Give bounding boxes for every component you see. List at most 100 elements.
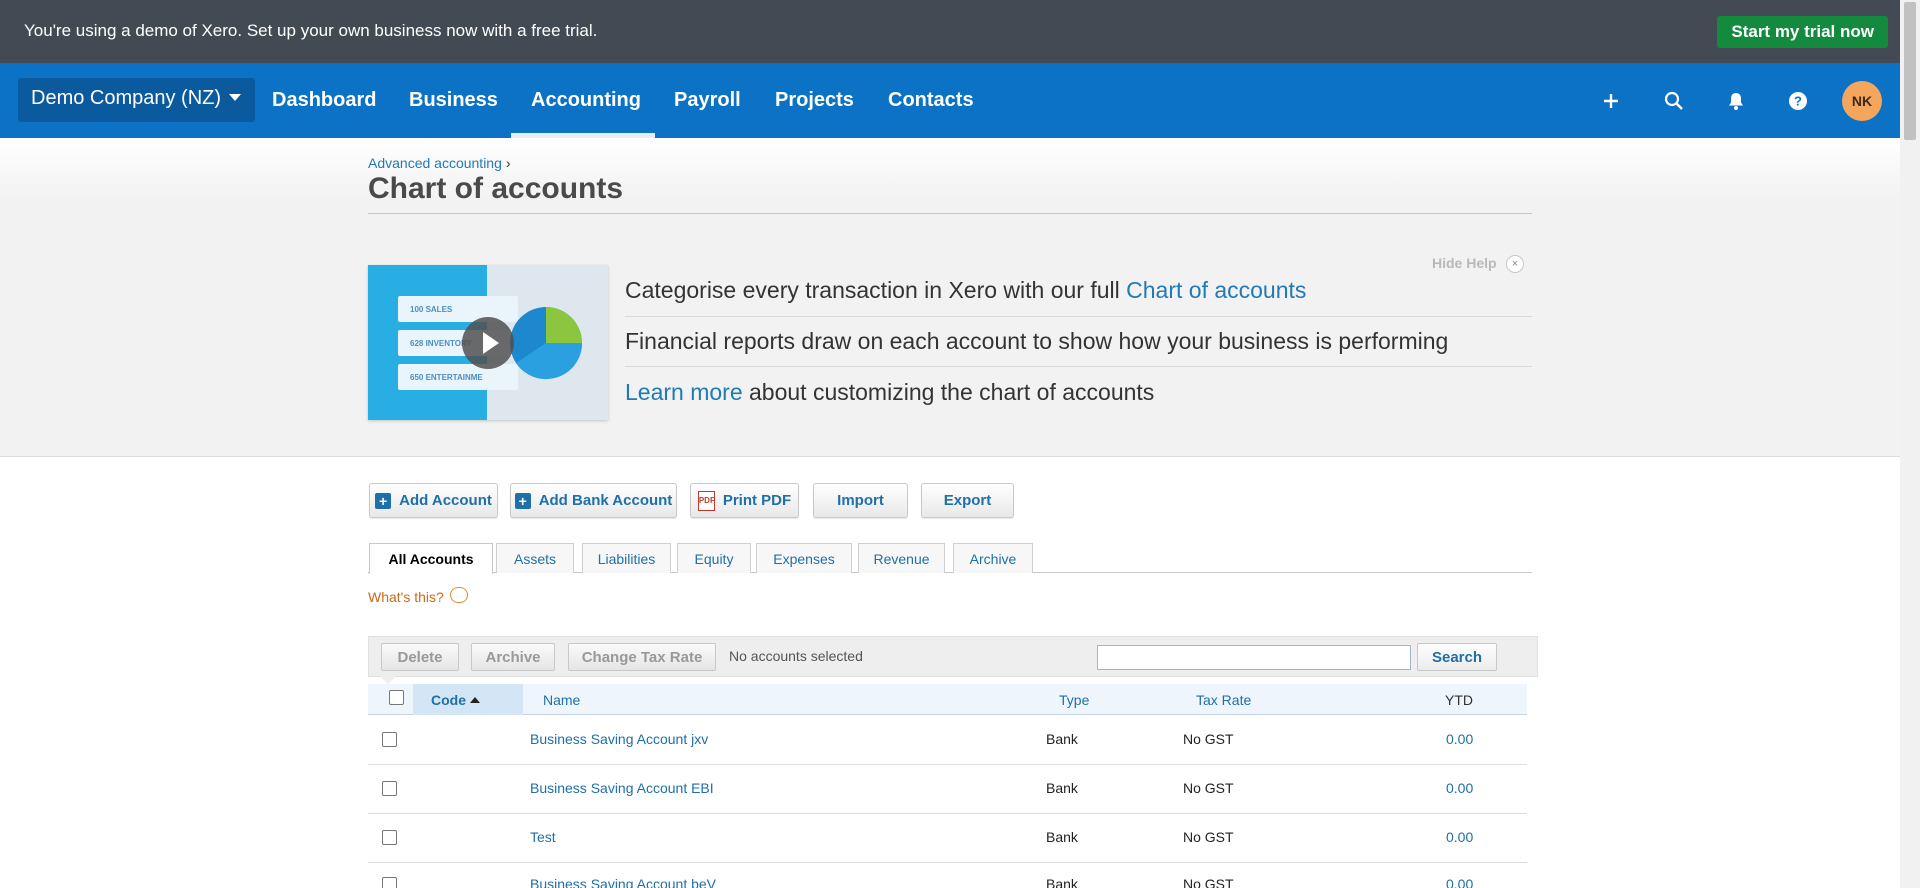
help-text: about customizing the chart of accounts — [742, 379, 1155, 405]
account-tax-rate: No GST — [1183, 829, 1234, 845]
search-button[interactable]: Search — [1417, 643, 1497, 671]
bell-icon[interactable] — [1723, 88, 1749, 114]
help-icon[interactable]: ? — [1785, 88, 1811, 114]
video-label: 100 SALES — [398, 296, 518, 322]
row-checkbox[interactable] — [382, 830, 397, 845]
select-all-checkbox[interactable] — [389, 690, 404, 705]
nav-dashboard[interactable]: Dashboard — [272, 89, 376, 112]
svg-text:?: ? — [1794, 94, 1802, 109]
pie-chart-icon — [510, 307, 583, 380]
org-name: Demo Company (NZ) — [31, 87, 222, 109]
column-ytd[interactable]: YTD — [1445, 692, 1473, 708]
add-account-button[interactable]: + Add Account — [369, 483, 498, 518]
account-name-link[interactable]: Business Saving Account EBI — [530, 780, 714, 796]
search-input[interactable] — [1097, 645, 1411, 670]
table-row: Business Saving Account jxv Bank No GST … — [368, 716, 1527, 765]
row-checkbox[interactable] — [382, 781, 397, 796]
account-type: Bank — [1046, 829, 1078, 845]
demo-banner: You're using a demo of Xero. Set up your… — [0, 0, 1900, 63]
help-line-learn-more: Learn more about customizing the chart o… — [625, 379, 1154, 406]
tab-revenue[interactable]: Revenue — [858, 543, 945, 573]
print-pdf-label: Print PDF — [722, 492, 792, 509]
page-title: Chart of accounts — [368, 172, 624, 205]
add-bank-account-button[interactable]: + Add Bank Account — [510, 483, 677, 518]
whats-this-link[interactable]: What's this? — [368, 589, 444, 605]
nav-payroll[interactable]: Payroll — [674, 89, 741, 112]
chart-of-accounts-link[interactable]: Chart of accounts — [1126, 277, 1306, 303]
breadcrumb-link[interactable]: Advanced accounting — [368, 155, 502, 171]
plus-icon: + — [514, 492, 531, 509]
scrollbar-thumb[interactable] — [1904, 2, 1916, 140]
delete-button[interactable]: Delete — [381, 643, 459, 671]
account-ytd-link[interactable]: 0.00 — [1446, 876, 1473, 888]
learn-more-link[interactable]: Learn more — [625, 379, 743, 405]
breadcrumb-separator: › — [505, 155, 511, 171]
tab-equity[interactable]: Equity — [677, 543, 751, 573]
tab-assets[interactable]: Assets — [496, 543, 574, 573]
plus-icon: + — [375, 492, 392, 509]
sort-ascending-icon — [470, 697, 480, 703]
nav-accounting[interactable]: Accounting — [531, 89, 641, 112]
help-line-categorise: Categorise every transaction in Xero wit… — [625, 277, 1306, 304]
change-tax-rate-button[interactable]: Change Tax Rate — [568, 643, 716, 671]
table-row: Business Saving Account EBI Bank No GST … — [368, 765, 1527, 814]
account-name-link[interactable]: Business Saving Account jxv — [530, 731, 708, 747]
table-toolbar: Delete Archive Change Tax Rate No accoun… — [368, 636, 1538, 677]
nav-contacts[interactable]: Contacts — [888, 89, 974, 112]
account-tax-rate: No GST — [1183, 780, 1234, 796]
video-label: 650 ENTERTAINME — [398, 364, 518, 390]
top-nav: Demo Company (NZ) Dashboard Business Acc… — [0, 63, 1900, 138]
account-type: Bank — [1046, 876, 1078, 888]
table-row: Business Saving Account beV Bank No GST … — [368, 863, 1527, 888]
account-tax-rate: No GST — [1183, 876, 1234, 888]
caret-down-icon — [229, 94, 242, 101]
nav-business[interactable]: Business — [409, 89, 498, 112]
account-name-link[interactable]: Test — [530, 829, 556, 845]
org-switcher[interactable]: Demo Company (NZ) — [18, 78, 256, 122]
start-trial-button[interactable]: Start my trial now — [1717, 16, 1888, 48]
account-type: Bank — [1046, 780, 1078, 796]
selection-status: No accounts selected — [729, 648, 863, 664]
speech-bubble-icon[interactable] — [450, 587, 468, 603]
tab-archive[interactable]: Archive — [953, 543, 1033, 573]
help-divider — [625, 366, 1532, 367]
add-bank-account-label: Add Bank Account — [538, 492, 673, 509]
column-code-label: Code — [431, 692, 466, 708]
account-tax-rate: No GST — [1183, 731, 1234, 747]
tab-expenses[interactable]: Expenses — [756, 543, 852, 573]
account-ytd-link[interactable]: 0.00 — [1446, 780, 1473, 796]
row-checkbox[interactable] — [382, 877, 397, 888]
pdf-icon: PDF — [697, 490, 715, 511]
archive-button[interactable]: Archive — [471, 643, 555, 671]
column-type[interactable]: Type — [1059, 692, 1089, 708]
account-ytd-link[interactable]: 0.00 — [1446, 731, 1473, 747]
import-button[interactable]: Import — [813, 483, 908, 518]
print-pdf-button[interactable]: PDF Print PDF — [690, 483, 799, 518]
help-line-reports: Financial reports draw on each account t… — [625, 328, 1449, 354]
plus-icon[interactable] — [1598, 88, 1624, 114]
play-icon[interactable] — [462, 317, 514, 369]
export-button[interactable]: Export — [921, 483, 1014, 518]
tab-all-accounts[interactable]: All Accounts — [369, 543, 493, 574]
column-name[interactable]: Name — [543, 692, 580, 708]
table-row: Test Bank No GST 0.00 — [368, 814, 1527, 863]
close-icon[interactable]: × — [1506, 255, 1524, 273]
hide-help-link[interactable]: Hide Help — [1432, 255, 1497, 271]
help-divider — [625, 316, 1532, 317]
user-avatar[interactable]: NK — [1842, 81, 1882, 121]
column-code[interactable]: Code — [431, 692, 480, 708]
account-ytd-link[interactable]: 0.00 — [1446, 829, 1473, 845]
row-checkbox[interactable] — [382, 732, 397, 747]
column-tax-rate[interactable]: Tax Rate — [1196, 692, 1251, 708]
nav-projects[interactable]: Projects — [775, 89, 854, 112]
page-scrollbar[interactable] — [1900, 0, 1920, 888]
account-name-link[interactable]: Business Saving Account beV — [530, 876, 716, 888]
breadcrumb: Advanced accounting › — [368, 155, 511, 171]
demo-message: You're using a demo of Xero. Set up your… — [24, 21, 598, 40]
search-icon[interactable] — [1661, 88, 1687, 114]
help-video-thumbnail[interactable]: 100 SALES 628 INVENTORY 650 ENTERTAINME — [368, 265, 608, 420]
toolbar-pointer — [380, 676, 396, 684]
tab-liabilities[interactable]: Liabilities — [582, 543, 671, 573]
add-account-label: Add Account — [399, 492, 492, 509]
title-divider — [368, 213, 1532, 214]
